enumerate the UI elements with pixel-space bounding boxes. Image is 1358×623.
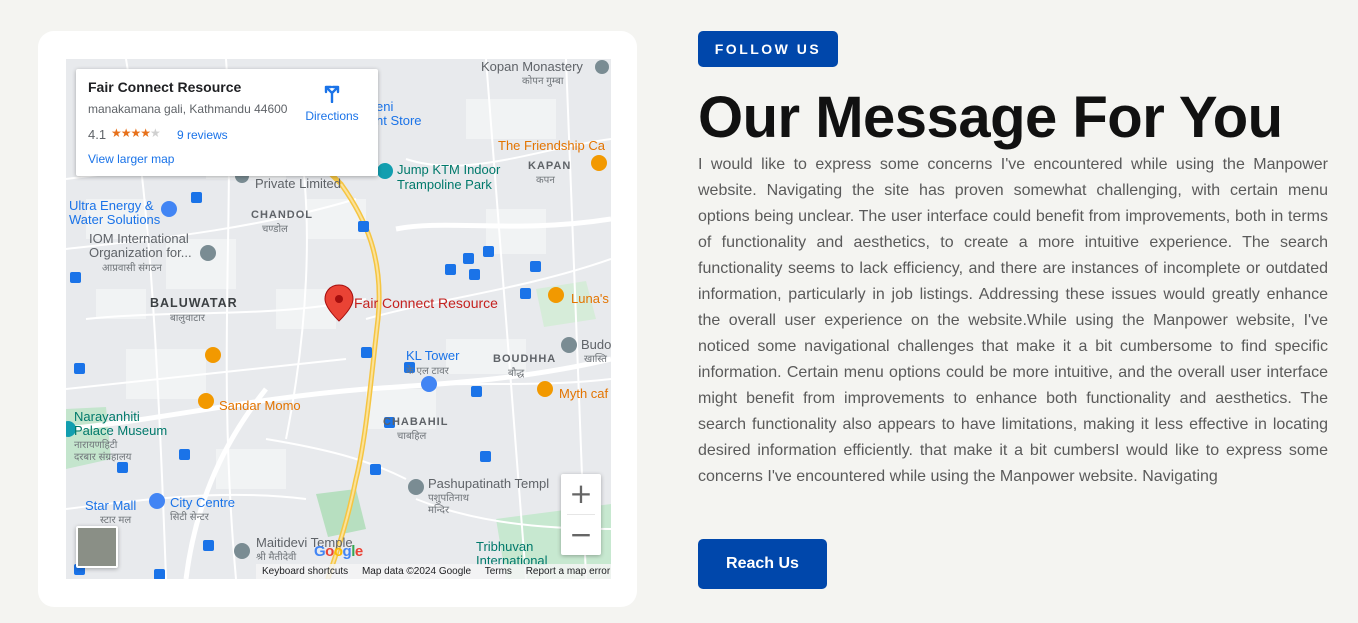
map-label-ultra2: Water Solutions <box>69 212 161 227</box>
map-marker-label[interactable]: Fair Connect Resource <box>354 295 498 311</box>
directions-label: Directions <box>305 109 359 123</box>
map-label-iom-dev: आप्रवासी संगठन <box>102 263 162 274</box>
map-label-pashupati: Pashupatinath Templ <box>428 476 550 491</box>
map-label-kopan-dev: कोपन गुम्बा <box>522 76 564 87</box>
map-label-boudhha: BOUDHHA <box>493 353 557 365</box>
map-label-sandar: Sandar Momo <box>219 398 301 413</box>
place-address: manakamana gali, Kathmandu 44600 <box>88 102 288 116</box>
google-logo: Google <box>314 543 363 560</box>
map-label-kapan-dev: कपन <box>536 175 555 186</box>
map-label-budo: Budo <box>581 337 611 352</box>
map-label-store2: nt Store <box>376 113 422 128</box>
map-label-kltower-dev: के एल टावर <box>406 366 449 377</box>
map-label-boudhha-dev: बौद्ध <box>508 368 525 379</box>
embedded-map[interactable]: Kopan Monastery कोपन गुम्बा The Friendsh… <box>66 59 611 579</box>
terms-link[interactable]: Terms <box>485 566 512 577</box>
zoom-controls: + − <box>561 474 601 555</box>
map-label-baluwatar: BALUWATAR <box>150 296 238 310</box>
map-label-kopan: Kopan Monastery <box>481 59 583 74</box>
directions-icon <box>324 85 340 103</box>
map-label-chabahil: CHABAHIL <box>383 416 449 428</box>
map-label-jump2: Trampoline Park <box>397 177 492 192</box>
map-label-starmall: Star Mall <box>85 498 137 513</box>
map-label-ultra1: Ultra Energy & <box>69 198 154 213</box>
map-label-kapan: KAPAN <box>528 160 572 172</box>
reviews-link[interactable]: 9 reviews <box>177 128 228 142</box>
report-map-error-link[interactable]: Report a map error <box>526 566 610 577</box>
map-data-text: Map data ©2024 Google <box>361 566 472 577</box>
place-title: Fair Connect Resource <box>88 79 242 95</box>
map-label-pashupati-dev2: मन्दिर <box>428 505 450 516</box>
map-label-lunas: Luna's <box>571 291 609 306</box>
place-info-card: Fair Connect Resource manakamana gali, K… <box>76 69 378 176</box>
map-label-friendship: The Friendship Ca <box>498 138 605 153</box>
place-rating: 4.1 <box>88 127 107 142</box>
rating-stars-icon: ★★★★★ <box>111 126 161 140</box>
map-label-narayanhiti-dev2: दरबार संग्रहालय <box>74 452 132 463</box>
zoom-out-button[interactable]: − <box>561 515 601 555</box>
satellite-toggle[interactable] <box>76 526 118 568</box>
map-label-store1: eni <box>376 99 394 114</box>
map-label-chandol-dev: चण्डोल <box>262 224 288 235</box>
map-label-citycentre: City Centre <box>170 495 236 510</box>
map-label-tribhuvan1: Tribhuvan <box>476 539 534 554</box>
map-label-iom2: Organization for... <box>89 245 192 260</box>
map-label-mythcafe: Myth caf <box>559 386 609 401</box>
map-label-private: Private Limited <box>255 176 341 191</box>
keyboard-shortcuts-link[interactable]: Keyboard shortcuts <box>262 566 348 577</box>
map-label-baluwatar-dev: बालुवाटार <box>170 313 205 324</box>
directions-button[interactable]: Directions <box>302 83 362 125</box>
reach-us-button[interactable]: Reach Us <box>698 539 827 589</box>
map-label-chabahil-dev: चाबहिल <box>397 431 427 442</box>
map-attribution: Keyboard shortcuts Map data ©2024 Google… <box>256 564 611 579</box>
follow-us-badge: FOLLOW US <box>698 31 838 67</box>
map-label-chandol: CHANDOL <box>251 209 313 221</box>
map-label-narayanhiti1: Narayanhiti <box>74 409 140 424</box>
map-label-maitidevi-dev: श्री मैतीदेवी <box>256 552 297 563</box>
map-label-kltower: KL Tower <box>406 348 460 363</box>
map-label-jump1: Jump KTM Indoor <box>397 162 501 177</box>
page-title: Our Message For You <box>698 85 1283 150</box>
map-label-citycentre-dev: सिटी सेन्टर <box>170 512 209 523</box>
message-body: I would like to express some concerns I'… <box>698 156 1328 485</box>
view-larger-map-link[interactable]: View larger map <box>88 152 174 166</box>
map-label-narayanhiti2: Palace Museum <box>74 423 168 438</box>
map-label-iom1: IOM International <box>89 231 189 246</box>
zoom-in-button[interactable]: + <box>561 474 601 514</box>
map-label-starmall-dev: स्टार मल <box>100 515 132 526</box>
map-label-budo-dev: खास्ति <box>584 354 607 365</box>
